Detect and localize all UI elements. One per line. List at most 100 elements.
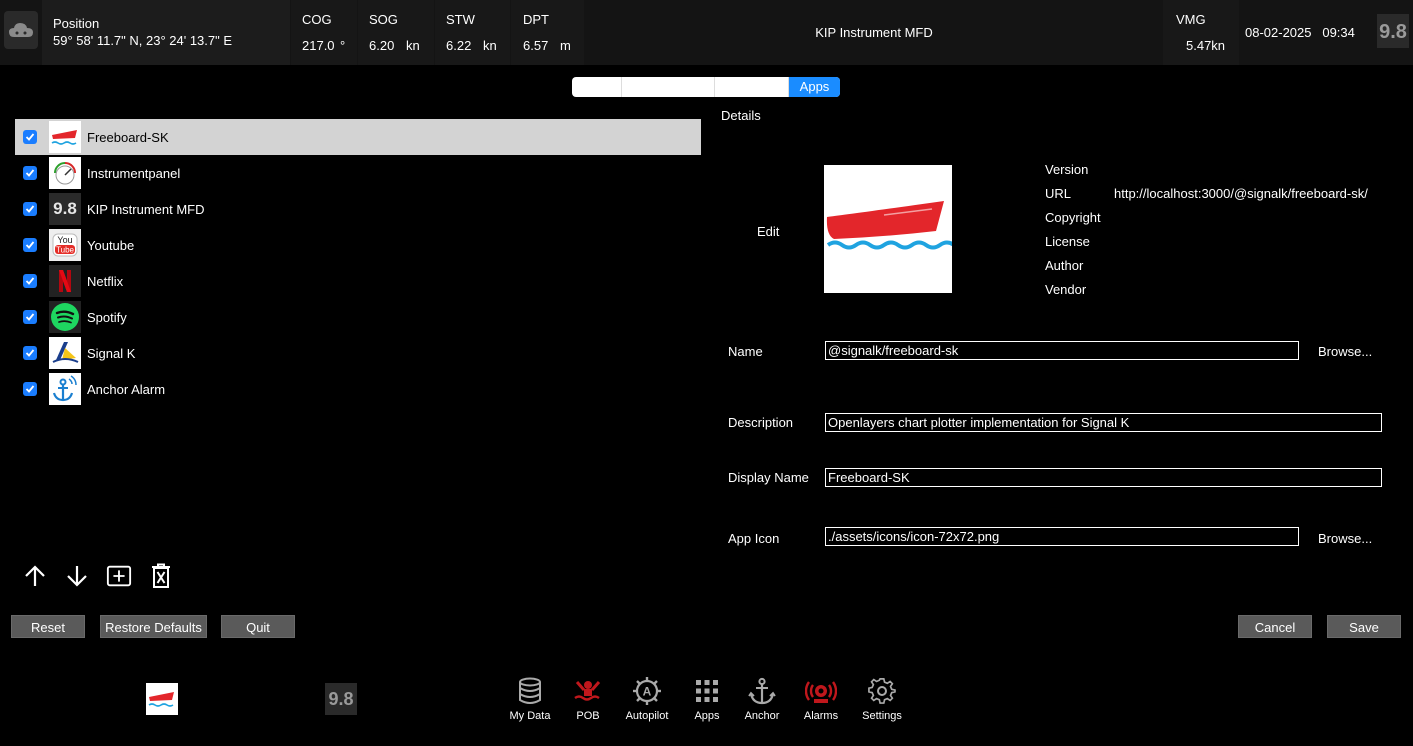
- dock-anchor[interactable]: Anchor: [732, 676, 792, 722]
- version-label: Version: [1045, 162, 1089, 177]
- sog-widget[interactable]: [358, 0, 434, 65]
- app-name: Freeboard-SK: [87, 130, 169, 145]
- vmg-value: 5.47kn: [1186, 38, 1226, 53]
- segment-2[interactable]: [622, 77, 715, 97]
- segment-apps[interactable]: Apps: [789, 77, 840, 97]
- cog-value: 217.0: [302, 38, 335, 53]
- segment-1[interactable]: [572, 77, 622, 97]
- url-value: http://localhost:3000/@signalk/freeboard…: [1114, 186, 1368, 201]
- quit-button[interactable]: Quit: [221, 615, 295, 638]
- alarm-icon: [791, 676, 851, 706]
- dpt-widget[interactable]: [511, 0, 584, 65]
- list-item[interactable]: Signal K: [15, 335, 701, 371]
- date-time: 08-02-2025 09:34: [1245, 25, 1355, 40]
- dock-pob[interactable]: POB: [558, 676, 618, 722]
- edit-icon-label[interactable]: Edit: [757, 224, 779, 239]
- move-down-icon[interactable]: [64, 562, 90, 590]
- app-checkbox[interactable]: [23, 166, 37, 180]
- copyright-label: Copyright: [1045, 210, 1101, 225]
- dock-label: My Data: [509, 710, 551, 722]
- app-icon-label: App Icon: [728, 531, 780, 546]
- top-status-bar: Position 59° 58' 11.7" N, 23° 24' 13.7" …: [0, 0, 1413, 65]
- database-icon: [500, 676, 560, 706]
- kip-dock-icon[interactable]: 9.8: [325, 683, 357, 715]
- dock-label: POB: [576, 710, 600, 722]
- autopilot-icon: A: [617, 676, 677, 706]
- dock-settings[interactable]: Settings: [852, 676, 912, 722]
- stw-value: 6.22: [446, 38, 472, 53]
- app-name: Spotify: [87, 310, 127, 325]
- app-checkbox[interactable]: [23, 346, 37, 360]
- app-checkbox[interactable]: [23, 382, 37, 396]
- app-name: Netflix: [87, 274, 124, 289]
- list-item[interactable]: Netflix: [15, 263, 701, 299]
- freeboard-icon: [49, 121, 81, 153]
- position-label: Position: [53, 16, 100, 31]
- sog-value: 6.20: [369, 38, 395, 53]
- browse-icon-button[interactable]: Browse...: [1318, 531, 1372, 546]
- app-list: Freeboard-SK Instrumentpanel 9.8 KIP Ins…: [15, 119, 701, 407]
- cog-label: COG: [302, 12, 332, 27]
- list-toolbar: [22, 562, 174, 590]
- list-item[interactable]: Instrumentpanel: [15, 155, 701, 191]
- cloud-icon[interactable]: [4, 11, 38, 49]
- description-field[interactable]: Openlayers chart plotter implementation …: [825, 413, 1382, 432]
- apps-grid-icon: [677, 676, 737, 706]
- instrumentpanel-icon: [49, 157, 81, 189]
- details-title: Details: [721, 108, 761, 123]
- svg-text:A: A: [643, 685, 652, 699]
- reset-button[interactable]: Reset: [11, 615, 85, 638]
- dock-label: Alarms: [803, 710, 839, 722]
- list-item[interactable]: Freeboard-SK: [15, 119, 701, 155]
- cog-widget[interactable]: [291, 0, 357, 65]
- dpt-value: 6.57: [523, 38, 549, 53]
- pob-icon: [558, 676, 618, 706]
- app-icon-field[interactable]: ./assets/icons/icon-72x72.png: [825, 527, 1299, 546]
- app-checkbox[interactable]: [23, 202, 37, 216]
- vmg-widget[interactable]: [1163, 0, 1239, 65]
- dock-autopilot[interactable]: A Autopilot: [617, 676, 677, 722]
- dock-alarms[interactable]: Alarms: [791, 676, 851, 722]
- cancel-button[interactable]: Cancel: [1238, 615, 1312, 638]
- app-icon-preview[interactable]: [824, 165, 956, 293]
- list-item[interactable]: 9.8 KIP Instrument MFD: [15, 191, 701, 227]
- cog-unit: °: [340, 38, 346, 53]
- dpt-unit: m: [560, 38, 571, 53]
- spotify-icon: [49, 301, 81, 333]
- vendor-label: Vendor: [1045, 282, 1087, 297]
- segment-3[interactable]: [715, 77, 789, 97]
- freeboard-dock-icon[interactable]: [146, 683, 178, 715]
- name-label: Name: [728, 344, 763, 359]
- position-value: 59° 58' 11.7" N, 23° 24' 13.7" E: [53, 33, 233, 48]
- delete-app-icon[interactable]: [148, 562, 174, 590]
- sog-label: SOG: [369, 12, 398, 27]
- date: 08-02-2025: [1245, 25, 1312, 40]
- settings-segment-control: Apps: [572, 77, 840, 97]
- browse-name-button[interactable]: Browse...: [1318, 344, 1372, 359]
- name-field[interactable]: @signalk/freeboard-sk: [825, 341, 1299, 360]
- dock-label: Settings: [862, 710, 902, 722]
- stw-widget[interactable]: [435, 0, 510, 65]
- app-checkbox[interactable]: [23, 130, 37, 144]
- list-item[interactable]: Anchor Alarm: [15, 371, 701, 407]
- kip-icon[interactable]: 9.8: [1377, 14, 1409, 48]
- youtube-icon: You Tube: [49, 229, 81, 261]
- dock-apps[interactable]: Apps: [677, 676, 737, 722]
- list-item[interactable]: You Tube Youtube: [15, 227, 701, 263]
- move-up-icon[interactable]: [22, 562, 48, 590]
- app-name: KIP Instrument MFD: [87, 202, 205, 217]
- author-label: Author: [1045, 258, 1084, 273]
- app-checkbox[interactable]: [23, 238, 37, 252]
- display-name-field[interactable]: Freeboard-SK: [825, 468, 1382, 487]
- app-checkbox[interactable]: [23, 274, 37, 288]
- stw-unit: kn: [483, 38, 497, 53]
- dock-my-data[interactable]: My Data: [500, 676, 560, 722]
- restore-defaults-button[interactable]: Restore Defaults: [100, 615, 207, 638]
- kip-icon: 9.8: [49, 193, 81, 225]
- app-checkbox[interactable]: [23, 310, 37, 324]
- svg-text:Tube: Tube: [56, 246, 74, 255]
- time: 09:34: [1322, 25, 1355, 40]
- add-app-icon[interactable]: [106, 562, 132, 590]
- list-item[interactable]: Spotify: [15, 299, 701, 335]
- save-button[interactable]: Save: [1327, 615, 1401, 638]
